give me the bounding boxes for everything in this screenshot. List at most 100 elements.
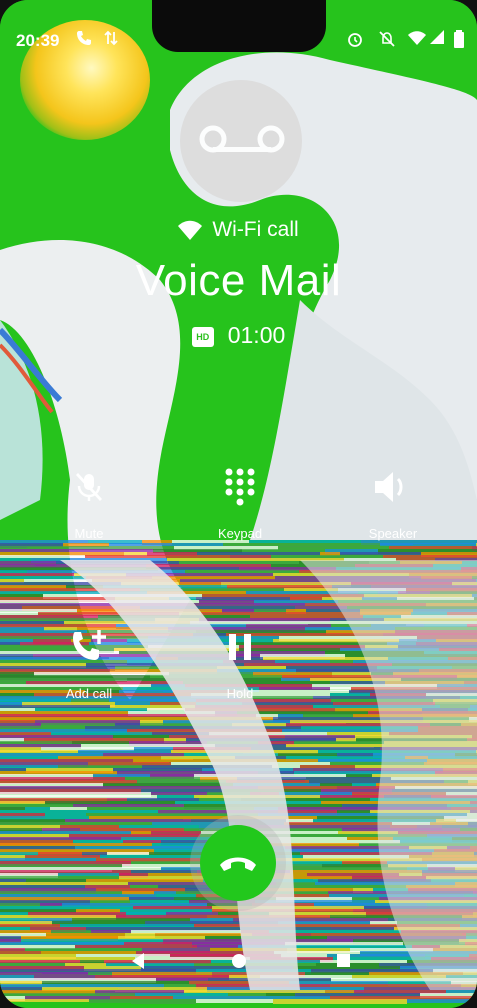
glitch-stripe (72, 741, 129, 744)
glitch-stripe (86, 879, 203, 882)
glitch-stripe (50, 807, 87, 810)
home-icon[interactable] (231, 953, 247, 969)
glitch-stripe (158, 567, 239, 570)
glitch-stripe (352, 897, 379, 900)
glitch-stripe (197, 552, 320, 555)
glitch-stripe (167, 558, 256, 561)
glitch-stripe (25, 807, 50, 810)
glitch-stripe (0, 591, 84, 594)
glitch-stripe (0, 912, 28, 915)
glitch-stripe (380, 543, 476, 546)
speaker-icon (338, 462, 448, 512)
glitch-stripe (300, 765, 355, 768)
end-call-button[interactable] (200, 825, 276, 901)
glitch-stripe (278, 753, 337, 756)
glitch-stripe (85, 555, 230, 558)
glitch-stripe (129, 897, 174, 900)
glitch-stripe (246, 603, 305, 606)
glitch-stripe (91, 930, 131, 933)
glitch-stripe (0, 801, 45, 804)
glitch-stripe (0, 558, 31, 561)
glitch-stripe (25, 855, 100, 858)
call-timer: HD 01:00 (0, 322, 477, 349)
glitch-stripe (446, 990, 477, 993)
glitch-stripe (0, 924, 60, 927)
glitch-stripe (184, 990, 325, 993)
glitch-stripe (0, 903, 40, 906)
glitch-stripe (266, 993, 295, 996)
glitch-stripe (112, 867, 161, 870)
recents-icon[interactable] (336, 953, 351, 968)
glitch-stripe (147, 708, 185, 711)
glitch-stripe (0, 882, 128, 885)
contact-avatar (180, 80, 302, 202)
glitch-stripe (201, 612, 360, 615)
hold-label: Hold (226, 686, 254, 701)
glitch-stripe (305, 777, 391, 780)
end-call-icon (220, 857, 256, 871)
glitch-stripe (320, 783, 352, 786)
glitch-stripe (151, 792, 207, 795)
glitch-stripe (364, 987, 411, 990)
glitch-stripe (131, 999, 196, 1004)
status-bar: 20:39 (0, 28, 477, 54)
glitch-stripe (166, 912, 218, 915)
glitch-stripe (0, 573, 74, 576)
glitch-stripe (0, 942, 124, 945)
back-icon[interactable] (130, 952, 146, 970)
hold-button[interactable]: Hold (185, 622, 295, 701)
keypad-label: Keypad (217, 526, 263, 541)
caller-name: Voice Mail (135, 256, 342, 305)
glitch-stripe (0, 843, 152, 846)
pause-icon (185, 622, 295, 672)
add-call-button[interactable]: Add call (34, 622, 144, 701)
wifi-icon (408, 30, 426, 50)
keypad-button[interactable]: Keypad (185, 462, 295, 541)
glitch-stripe (0, 810, 158, 813)
glitch-stripe (58, 756, 161, 759)
glitch-stripe (197, 945, 238, 948)
glitch-stripe (131, 870, 197, 873)
glitch-stripe (340, 552, 421, 555)
glitch-stripe (107, 852, 149, 855)
glitch-stripe (89, 816, 183, 819)
mute-button[interactable]: Mute (34, 462, 144, 541)
glitch-stripe (115, 723, 140, 726)
glitch-stripe (75, 945, 197, 948)
glitch-stripe (306, 774, 346, 777)
glitch-stripe (196, 999, 273, 1003)
glitch-stripe (407, 999, 477, 1003)
mute-notifications-icon (378, 30, 396, 52)
battery-icon (454, 30, 464, 52)
glitch-stripe (242, 702, 333, 705)
glitch-stripe (0, 831, 131, 834)
glitch-stripe (0, 726, 45, 729)
glitch-stripe (93, 774, 150, 777)
signal-icon (430, 30, 444, 48)
glitch-stripe (383, 555, 477, 558)
glitch-stripe (0, 879, 26, 882)
glitch-stripe (173, 996, 330, 999)
glitch-stripe (155, 933, 252, 936)
glitch-stripe (185, 570, 299, 573)
glitch-stripe (0, 612, 38, 615)
glitch-stripe (72, 918, 190, 921)
speaker-label: Speaker (368, 526, 418, 541)
glitch-stripe (86, 813, 169, 816)
glitch-stripe (0, 549, 153, 552)
glitch-stripe (113, 735, 169, 738)
speaker-button[interactable]: Speaker (338, 462, 448, 541)
data-icon (104, 30, 118, 50)
glitch-stripe (0, 603, 121, 606)
wifi-call-icon (178, 220, 203, 240)
glitch-stripe (41, 723, 115, 726)
glitch-stripe (0, 708, 35, 711)
glitch-stripe (0, 750, 78, 753)
voicemail-icon (199, 125, 285, 153)
glitch-stripe (45, 813, 86, 816)
add-call-icon (34, 622, 144, 672)
glitch-stripe (107, 798, 127, 801)
mute-label: Mute (74, 526, 104, 541)
glitch-stripe (0, 768, 26, 771)
call-screen: 20:39 Wi-Fi call Voice Mail HD 01:00 Mut… (0, 0, 477, 1008)
